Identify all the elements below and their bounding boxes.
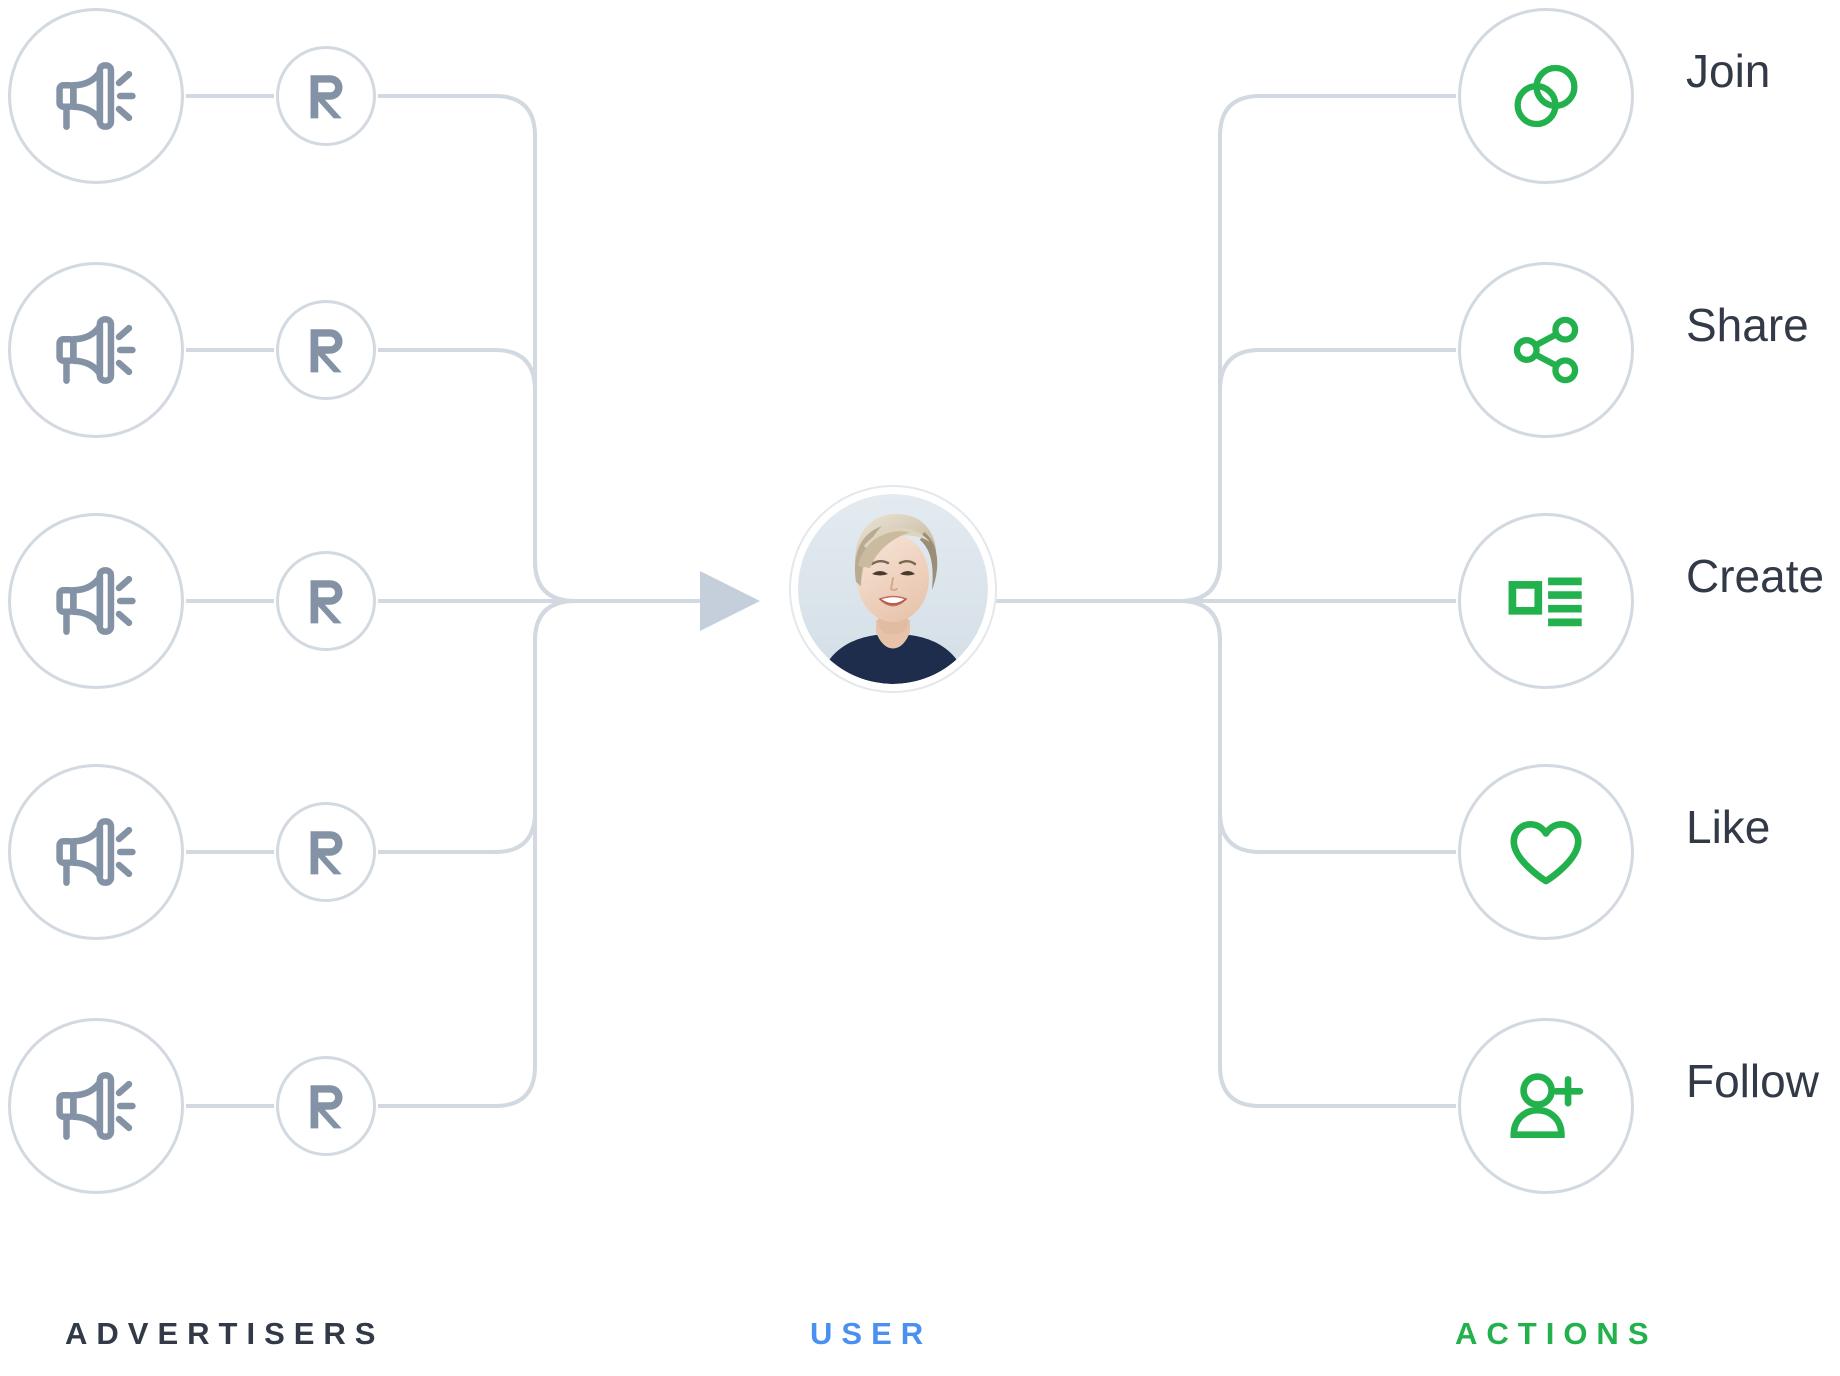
column-label-advertisers: ADVERTISERS (65, 1316, 385, 1351)
bus-line-5 (378, 599, 700, 1108)
overlapping-circles-icon (1514, 64, 1578, 128)
action-label-share: Share (1686, 299, 1809, 351)
advertiser-node-3[interactable] (8, 513, 184, 689)
action-node-follow[interactable] (1458, 1018, 1634, 1194)
megaphone-icon (56, 316, 136, 384)
advertiser-node-2[interactable] (8, 262, 184, 438)
fan-line-follow (995, 599, 1456, 1108)
action-node-create[interactable] (1458, 513, 1634, 689)
r-logo-icon (310, 1085, 343, 1129)
action-label-follow: Follow (1686, 1055, 1819, 1107)
advertiser-logo-3[interactable] (276, 551, 376, 651)
megaphone-icon (56, 818, 136, 886)
column-label-user: USER (810, 1316, 933, 1351)
diagram-canvas: Join Share Create Like Follow ADVERTISER… (0, 0, 1840, 1376)
avatar-portrait-illustration (798, 494, 988, 684)
bus-line-1 (378, 94, 700, 603)
advertiser-node-4[interactable] (8, 764, 184, 940)
share-nodes-icon (1513, 316, 1579, 384)
column-label-actions: ACTIONS (1455, 1316, 1658, 1351)
bus-line-2 (378, 348, 700, 603)
avatar-photo (798, 494, 988, 684)
advertiser-logo-5[interactable] (276, 1056, 376, 1156)
advertiser-logo-4[interactable] (276, 802, 376, 902)
megaphone-icon (56, 62, 136, 130)
arrow-right-icon (700, 571, 760, 631)
action-node-like[interactable] (1458, 764, 1634, 940)
user-plus-icon (1510, 1073, 1584, 1139)
action-node-share[interactable] (1458, 262, 1634, 438)
heart-icon (1510, 821, 1582, 885)
action-label-join: Join (1686, 45, 1771, 97)
r-logo-icon (310, 75, 343, 119)
fan-line-share (995, 348, 1456, 603)
action-label-create: Create (1686, 550, 1825, 602)
r-logo-icon (310, 580, 343, 624)
content-list-icon (1508, 577, 1582, 627)
r-logo-icon (310, 831, 343, 875)
advertiser-node-1[interactable] (8, 8, 184, 184)
megaphone-icon (56, 567, 136, 635)
advertiser-logo-1[interactable] (276, 46, 376, 146)
user-avatar[interactable] (798, 494, 988, 684)
fan-line-join (995, 94, 1456, 603)
advertiser-node-5[interactable] (8, 1018, 184, 1194)
r-logo-icon (310, 329, 343, 373)
bus-line-4 (378, 599, 700, 854)
fan-line-like (995, 599, 1456, 854)
action-node-join[interactable] (1458, 8, 1634, 184)
megaphone-icon (56, 1072, 136, 1140)
action-label-like: Like (1686, 801, 1771, 853)
advertiser-logo-2[interactable] (276, 300, 376, 400)
